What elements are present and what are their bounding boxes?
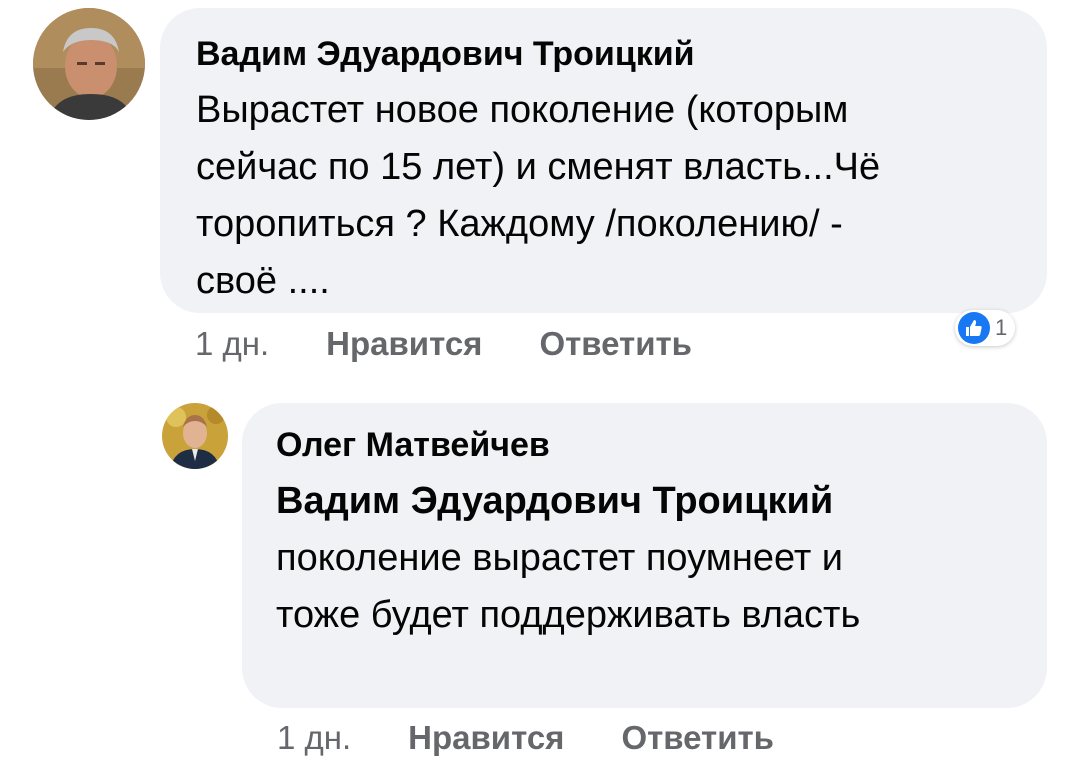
reply-text-line: тоже будет поддерживать власть bbox=[276, 594, 861, 636]
comment-text-line: сейчас по 15 лет) и сменят власть...Чё bbox=[196, 146, 881, 188]
reply-bubble: Олег Матвейчев Вадим Эдуардович Троицкий… bbox=[242, 403, 1047, 708]
reply-button[interactable]: Ответить bbox=[621, 719, 774, 757]
mention-link[interactable]: Вадим Эдуардович Троицкий bbox=[276, 473, 860, 530]
comment-text-line: своё .... bbox=[196, 260, 330, 302]
avatar-photo bbox=[162, 403, 228, 469]
comment-text-line: Вырастет новое поколение (которым bbox=[196, 89, 849, 131]
reply-text-line: поколение вырастет поумнеет и bbox=[276, 537, 844, 579]
reply-actions: 1 дн. Нравится Ответить bbox=[277, 719, 774, 757]
reply-author-avatar[interactable] bbox=[162, 403, 228, 469]
comment-author-avatar[interactable] bbox=[33, 8, 145, 120]
reaction-count: 1 bbox=[995, 315, 1008, 340]
reply-author-name[interactable]: Олег Матвейчев bbox=[276, 425, 860, 465]
reply-button[interactable]: Ответить bbox=[539, 325, 692, 363]
reply-timestamp[interactable]: 1 дн. bbox=[277, 719, 351, 757]
avatar-photo bbox=[33, 8, 145, 120]
like-button[interactable]: Нравится bbox=[326, 325, 482, 363]
like-button[interactable]: Нравится bbox=[408, 719, 564, 757]
comment-timestamp[interactable]: 1 дн. bbox=[195, 325, 269, 363]
comment-author-name[interactable]: Вадим Эдуардович Троицкий bbox=[196, 34, 880, 74]
comment-bubble: Вадим Эдуардович Троицкий Вырастет новое… bbox=[160, 8, 1047, 313]
reaction-summary[interactable]: 1 bbox=[955, 310, 1016, 346]
comment-text-line: торопиться ? Каждому /поколению/ - bbox=[196, 203, 843, 245]
comment-actions: 1 дн. Нравится Ответить bbox=[195, 325, 692, 363]
thumbs-up-icon bbox=[958, 312, 990, 344]
